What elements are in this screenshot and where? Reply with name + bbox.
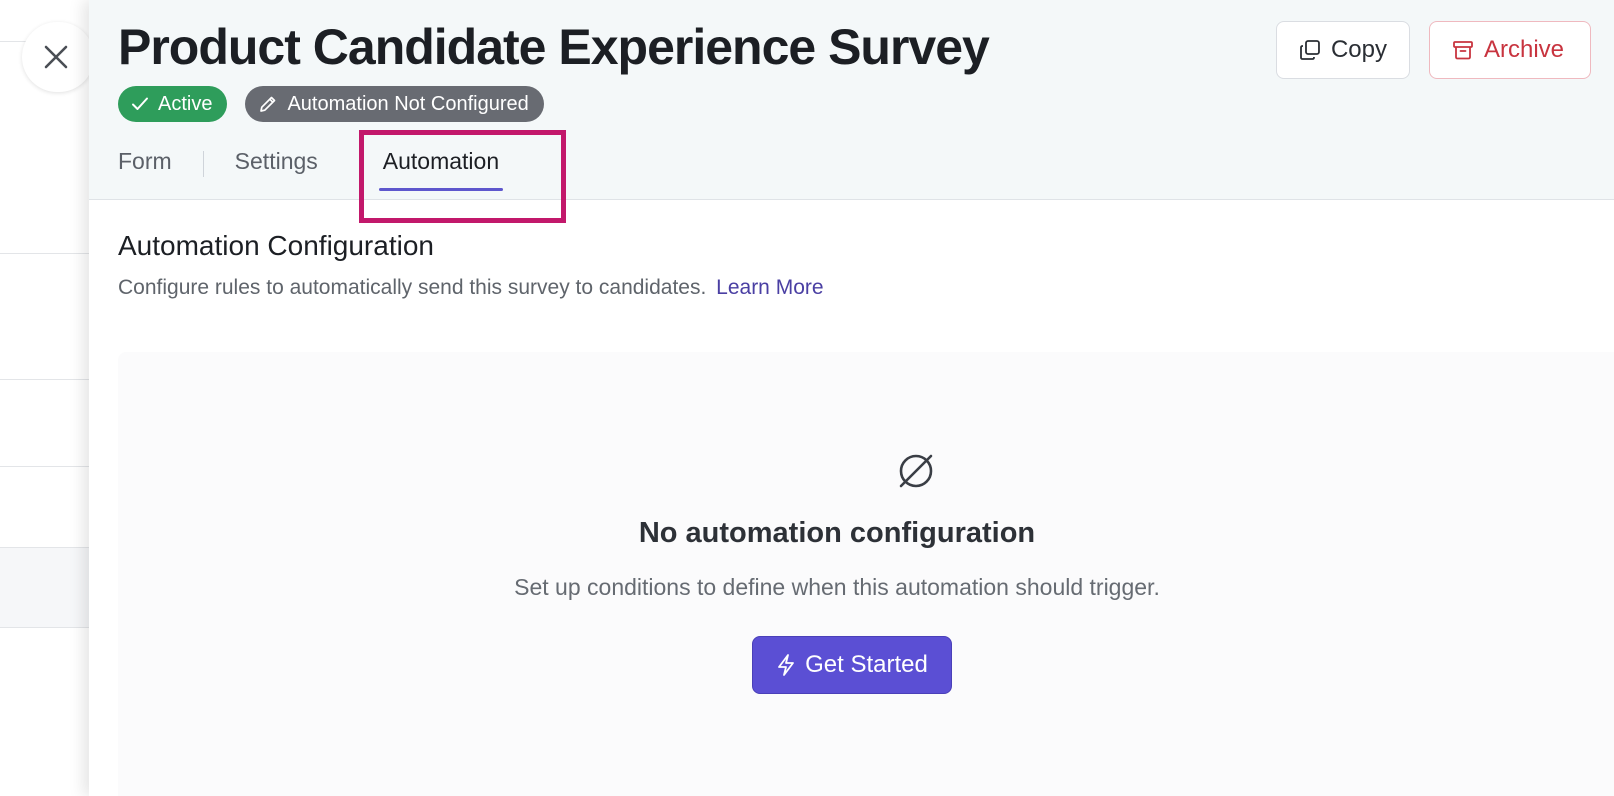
divider [0, 253, 89, 254]
copy-button[interactable]: Copy [1276, 21, 1410, 79]
lightning-icon [778, 654, 795, 676]
archive-button[interactable]: Archive [1429, 21, 1591, 79]
archive-icon [1453, 41, 1473, 60]
close-icon [44, 45, 68, 69]
status-badge-active: Active [118, 86, 228, 122]
survey-drawer: Product Candidate Experience Survey Acti… [89, 0, 1614, 796]
get-started-button[interactable]: Get Started [752, 636, 952, 694]
divider [0, 627, 89, 628]
copy-icon [1300, 40, 1320, 60]
active-tab-indicator [378, 188, 504, 191]
tab-bar: Form Settings Automation [118, 148, 504, 200]
get-started-label: Get Started [805, 651, 928, 678]
tab-automation-label: Automation [382, 148, 500, 174]
tab-automation[interactable]: Automation [378, 148, 504, 191]
drawer-header: Product Candidate Experience Survey Acti… [89, 0, 1614, 223]
tab-form[interactable]: Form [118, 148, 172, 191]
section-heading: Automation Configuration [118, 230, 434, 261]
automation-status-badge: Automation Not Configured [245, 86, 544, 122]
empty-set-icon [899, 454, 933, 488]
divider [0, 547, 89, 548]
empty-state-description: Set up conditions to define when this au… [514, 574, 1160, 600]
status-badges: Active Automation Not Configured [118, 86, 544, 122]
learn-more-link[interactable]: Learn More [716, 276, 823, 299]
background-page [0, 0, 89, 796]
divider [0, 466, 89, 467]
copy-button-label: Copy [1330, 36, 1387, 63]
tab-settings[interactable]: Settings [235, 148, 318, 191]
status-badge-label: Active [158, 92, 213, 115]
background-row [0, 547, 89, 627]
pencil-icon [260, 96, 276, 112]
empty-state-title: No automation configuration [638, 517, 1036, 549]
tab-divider [202, 151, 204, 177]
section-description-text: Configure rules to automatically send th… [118, 276, 707, 299]
section-description: Configure rules to automatically send th… [118, 276, 824, 300]
automation-badge-label: Automation Not Configured [287, 92, 529, 115]
divider [0, 379, 89, 380]
archive-button-label: Archive [1484, 36, 1565, 63]
page-title: Product Candidate Experience Survey [118, 19, 990, 75]
check-icon [132, 97, 148, 110]
close-drawer-button[interactable] [22, 22, 94, 92]
